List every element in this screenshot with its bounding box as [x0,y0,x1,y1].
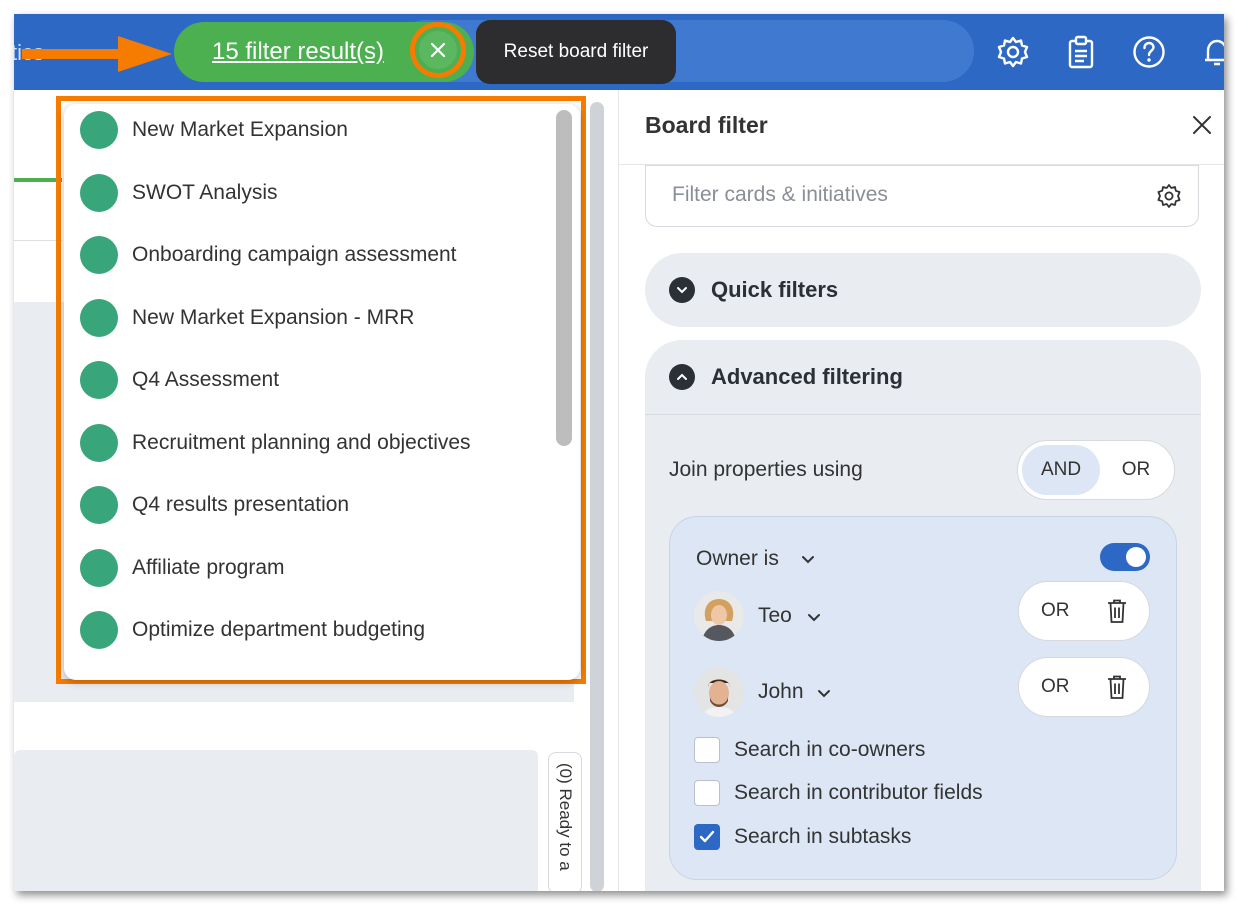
annotation-arrow-icon [22,36,172,72]
checkbox[interactable] [694,824,720,850]
close-icon [430,42,446,58]
gear-icon[interactable] [996,35,1030,69]
owner-name: Teo [758,604,792,627]
panel-title: Board filter [645,112,768,138]
join-and-option[interactable]: AND [1022,445,1100,495]
filter-results-dropdown: New Market Expansion SWOT Analysis Onboa… [64,104,580,680]
checkbox[interactable] [694,737,720,763]
result-item[interactable]: Affiliate program [80,548,285,588]
owner-filter-toggle[interactable] [1100,543,1150,571]
lane-header [14,186,62,241]
checkbox-contributor-fields[interactable]: Search in contributor fields [694,778,983,808]
trash-icon[interactable] [1105,598,1129,624]
checkbox-subtasks[interactable]: Search in subtasks [694,822,911,852]
result-item[interactable]: Optimize department budgeting [80,610,425,650]
checkbox-co-owners[interactable]: Search in co-owners [694,735,925,765]
owner-connector: OR [1018,657,1150,717]
owner-connector: OR [1018,581,1150,641]
join-properties-label: Join properties using [669,458,863,481]
lane-progress-bar [14,178,62,182]
join-or-option[interactable]: OR [1102,445,1170,495]
card-status-icon [80,236,118,274]
owner-row: John OR [694,657,1154,719]
bell-icon[interactable] [1200,35,1224,69]
filter-search-input[interactable] [670,182,1134,208]
result-item[interactable]: Onboarding campaign assessment [80,235,457,275]
result-item[interactable]: Q4 Assessment [80,360,279,400]
connector-label[interactable]: OR [1041,600,1070,622]
checkmark-icon [699,830,715,843]
avatar [694,667,744,717]
advanced-filtering-header[interactable]: Advanced filtering [645,340,1201,415]
reset-tooltip: Reset board filter [476,20,676,84]
collapsed-lane-label[interactable]: (0) Ready to a [548,752,582,891]
card-status-icon [80,611,118,649]
chevron-down-icon [669,277,695,303]
owner-filter-card: Owner is Teo OR John OR Search in co-own… [669,516,1177,880]
result-item[interactable]: Q4 results presentation [80,485,349,525]
owner-row: Teo OR [694,581,1154,643]
join-segmented-control: AND OR [1017,440,1175,500]
card-status-icon [80,486,118,524]
reset-filter-button[interactable] [410,22,466,78]
chevron-down-icon[interactable] [816,685,832,701]
result-item[interactable]: Recruitment planning and objectives [80,423,471,463]
card-status-icon [80,111,118,149]
owner-name: John [758,680,804,703]
card-status-icon [80,549,118,587]
card-status-icon [80,299,118,337]
chevron-down-icon[interactable] [806,609,822,625]
app-window: ytics 15 filter result(s) Reset board fi… [14,14,1224,891]
result-item[interactable]: New Market Expansion [80,110,348,150]
chevron-down-icon[interactable] [800,551,816,567]
trash-icon[interactable] [1105,674,1129,700]
avatar [694,591,744,641]
advanced-filtering-section: Advanced filtering Join properties using… [645,340,1201,891]
top-bar: ytics 15 filter result(s) Reset board fi… [14,14,1224,90]
filter-results-link[interactable]: 15 filter result(s) [212,38,384,66]
connector-label[interactable]: OR [1041,676,1070,698]
filter-search-field[interactable] [645,165,1199,227]
card-status-icon [80,424,118,462]
checkbox[interactable] [694,780,720,806]
quick-filters-section[interactable]: Quick filters [645,253,1201,327]
advanced-filtering-label: Advanced filtering [711,364,903,389]
board-filter-panel: Board filter Quick filters Advanced fi [618,90,1224,891]
board-scrollbar[interactable] [590,102,604,891]
help-icon[interactable] [1132,35,1166,69]
gear-icon[interactable] [1156,183,1182,209]
quick-filters-label: Quick filters [711,277,839,302]
clipboard-icon[interactable] [1064,35,1098,69]
chevron-up-icon [669,364,695,390]
close-icon[interactable] [1189,112,1215,138]
result-item[interactable]: New Market Expansion - MRR [80,298,414,338]
card-status-icon [80,174,118,212]
board-lane [14,750,538,891]
card-status-icon [80,361,118,399]
dropdown-scrollbar[interactable] [556,110,572,446]
owner-filter-label[interactable]: Owner is [696,547,779,571]
toggle-knob [1126,547,1146,567]
result-item[interactable]: SWOT Analysis [80,173,277,213]
